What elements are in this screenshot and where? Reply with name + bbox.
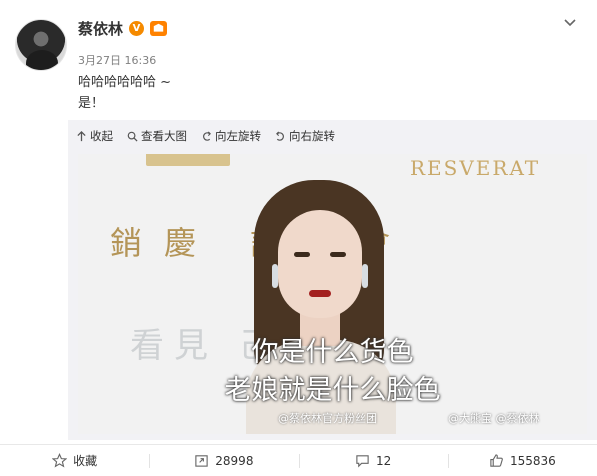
- favorite-button[interactable]: 收藏: [0, 445, 149, 476]
- weibo-post: 蔡依林 V 3月27日 16:36 哈哈哈哈哈哈 ~ 是！ 收起 查看大图 向左…: [0, 0, 597, 476]
- verified-icon: V: [129, 21, 145, 36]
- author-row: 蔡依林 V: [78, 18, 168, 39]
- view-large-button[interactable]: 查看大图: [127, 128, 187, 144]
- image-caption-line-2: 老娘就是什么脸色: [224, 375, 441, 406]
- earring-right: [362, 264, 368, 288]
- post-image[interactable]: RESVERAT 銷慶 記者會 看見 己 你是什么货色 老娘就是什么脸色 @蔡依…: [78, 154, 587, 434]
- background-banner: [146, 154, 230, 166]
- magnifier-icon: [127, 131, 138, 142]
- view-large-label: 查看大图: [141, 129, 187, 143]
- post-timestamp[interactable]: 3月27日 16:36: [78, 52, 156, 68]
- like-button[interactable]: 155836: [447, 445, 597, 476]
- image-caption-line-1: 你是什么货色: [251, 337, 414, 368]
- watermark-1: @蔡依林官方粉丝团: [278, 412, 377, 425]
- media-box: 收起 查看大图 向左旋转 向右旋转 RESVERAT 銷慶 記者會 看見 己: [68, 120, 597, 440]
- like-count: 155836: [509, 453, 556, 468]
- avatar[interactable]: [15, 19, 67, 71]
- repost-count: 28998: [215, 453, 254, 468]
- post-text-line-2: 是！: [78, 96, 105, 111]
- collapse-button[interactable]: 收起: [76, 128, 113, 144]
- chevron-down-icon[interactable]: [563, 16, 577, 30]
- person-eye-left: [294, 252, 310, 257]
- action-bar: 收藏 28998 12 155836: [0, 444, 597, 476]
- rotate-left-label: 向左旋转: [215, 129, 261, 143]
- person-face: [278, 210, 362, 318]
- collapse-label: 收起: [90, 129, 113, 143]
- rotate-right-button[interactable]: 向右旋转: [275, 128, 335, 144]
- rotate-left-icon: [203, 131, 211, 141]
- person-lips: [309, 290, 331, 297]
- repost-icon: [195, 455, 208, 467]
- earring-left: [272, 264, 278, 288]
- thumbs-up-icon: [490, 454, 503, 467]
- member-icon: [150, 21, 168, 36]
- star-icon: [52, 453, 68, 468]
- media-toolbar: 收起 查看大图 向左旋转 向右旋转: [76, 128, 335, 144]
- rotate-left-button[interactable]: 向左旋转: [201, 128, 261, 144]
- background-text-top: RESVERAT: [410, 156, 541, 180]
- repost-button[interactable]: 28998: [149, 445, 298, 476]
- comment-button[interactable]: 12: [298, 445, 448, 476]
- watermark-2: @大熊宝 @蔡依林: [448, 412, 540, 425]
- rotate-right-label: 向右旋转: [289, 129, 335, 143]
- comment-count: 12: [375, 453, 392, 468]
- person-eye-right: [330, 252, 346, 257]
- post-content: 哈哈哈哈哈哈 ~ 是！: [78, 72, 171, 114]
- arrow-up-icon: [77, 130, 86, 141]
- author-name[interactable]: 蔡依林: [78, 18, 123, 39]
- comment-icon: [356, 455, 369, 468]
- rotate-right-icon: [276, 131, 284, 141]
- favorite-label: 收藏: [73, 454, 98, 468]
- post-text-line-1: 哈哈哈哈哈哈 ~: [78, 75, 172, 90]
